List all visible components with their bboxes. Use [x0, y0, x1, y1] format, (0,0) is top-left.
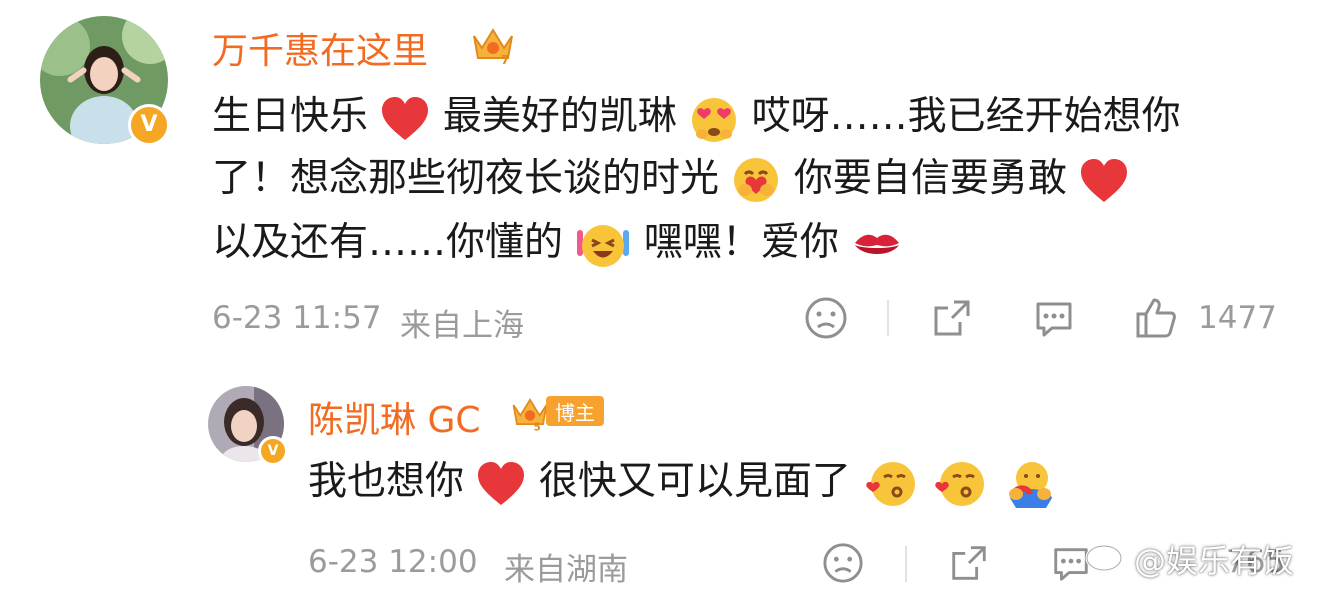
svg-text:5: 5	[533, 421, 540, 432]
action-divider	[887, 300, 889, 336]
kissing-heart-emoji	[866, 461, 916, 506]
comment-location: 来自上海	[400, 308, 524, 344]
heart-emoji	[1081, 158, 1128, 202]
like-count: 1477	[1198, 300, 1277, 336]
dislike-icon	[823, 543, 863, 583]
kissing-heart-emoji	[934, 461, 984, 506]
weibo-logo	[1085, 540, 1128, 572]
comment-text: 嘿嘿！爱你	[643, 220, 839, 265]
hug-emoji	[734, 157, 779, 202]
comment-text: 你要自信要勇敢	[793, 156, 1067, 201]
verified-icon: V	[128, 104, 170, 146]
crown-icon: 5	[512, 398, 548, 432]
replier-username[interactable]: 陈凯琳 GC	[308, 391, 480, 443]
share-icon	[934, 300, 970, 336]
reply-text: 我也想你	[308, 459, 465, 504]
comment-text: 生日快乐	[212, 94, 369, 139]
comment-text: 以及还有……你懂的	[212, 220, 564, 265]
comment-text: 了！想念那些彻夜长谈的时光	[212, 156, 720, 201]
dislike-icon	[805, 297, 847, 339]
like-icon	[1136, 298, 1176, 338]
hugging-emoji	[1009, 461, 1053, 508]
author-tag-label: 博主	[555, 400, 595, 425]
kiss-lips-emoji	[855, 234, 900, 254]
watermark: @娱乐有饭	[1134, 542, 1295, 580]
crown-icon: 7	[473, 28, 513, 66]
reply-location: 来自湖南	[504, 552, 628, 588]
reply-timestamp: 6-23 12:00	[308, 544, 478, 580]
action-divider	[905, 546, 907, 582]
heart-emoji	[382, 96, 429, 140]
reply-text: 很快又可以見面了	[538, 459, 851, 504]
svg-text:7: 7	[501, 53, 509, 66]
comment-timestamp: 6-23 11:57	[212, 300, 382, 336]
like-button[interactable]	[1134, 296, 1178, 340]
comment-icon	[1036, 302, 1072, 337]
comment-text: 最美好的凯琳	[442, 94, 677, 139]
reply-share-button[interactable]	[948, 542, 990, 584]
verified-icon: V	[258, 436, 288, 466]
heart-eyes-emoji	[692, 97, 737, 142]
heart-emoji	[478, 461, 525, 505]
comment-button[interactable]	[1032, 296, 1076, 340]
author-tag: 博主	[546, 396, 604, 426]
share-button[interactable]	[930, 296, 974, 340]
reply-dislike-button[interactable]	[822, 542, 864, 584]
laughing-emoji	[577, 224, 630, 267]
dislike-button[interactable]	[804, 296, 848, 340]
comment-text: 哎呀……我已经开始想你	[751, 94, 1181, 139]
share-icon	[952, 546, 986, 580]
commenter-username[interactable]: 万千惠在这里	[212, 22, 428, 74]
